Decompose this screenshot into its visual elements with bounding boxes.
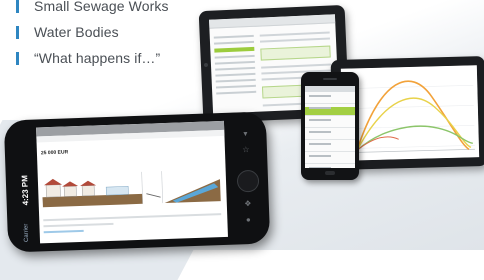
feature-item: “What happens if…” [16, 48, 169, 74]
clock-label: 4:23 PM [20, 175, 31, 206]
signal-icon: ▾ [243, 129, 248, 139]
status-strip: 4:23 PM Carrier [12, 138, 37, 242]
bullet-marker [16, 0, 19, 13]
feature-label: Water Bodies [34, 24, 119, 40]
app-toolbar [209, 14, 336, 29]
home-button-icon [236, 169, 260, 193]
app-sidebar [213, 31, 257, 99]
home-button-icon [325, 171, 335, 175]
feature-list: Small Sewage Works Water Bodies “What ha… [16, 0, 169, 74]
chart-tablet-screen [340, 65, 480, 161]
feature-item: Water Bodies [16, 22, 169, 48]
camera-icon [203, 62, 209, 68]
app-footer [43, 209, 222, 237]
bullet-marker [16, 26, 19, 39]
bell-icon: ● [245, 215, 251, 225]
feature-label: Small Sewage Works [34, 0, 169, 14]
feature-label: “What happens if…” [34, 50, 161, 66]
device-controls: ▾ ☆ ❖ ● [230, 124, 264, 233]
smartphone-screen [305, 86, 355, 168]
curve-plot [340, 65, 480, 161]
star-icon: ☆ [242, 145, 250, 155]
selected-row [305, 107, 355, 116]
carrier-label: Carrier [23, 223, 31, 243]
landscape-phone-screen: 25 000 EUR [36, 120, 228, 244]
bullet-marker [16, 52, 19, 65]
wrench-icon: ❖ [244, 199, 252, 209]
phone-statusbar [305, 86, 355, 92]
smartphone-device [301, 72, 359, 180]
feature-item: Small Sewage Works [16, 0, 169, 22]
speaker-icon [323, 78, 337, 80]
sewage-scene-illustration [41, 165, 223, 212]
landscape-phone-device: 4:23 PM Carrier 25 000 EUR ▾ ☆ ❖ ● [3, 111, 271, 253]
